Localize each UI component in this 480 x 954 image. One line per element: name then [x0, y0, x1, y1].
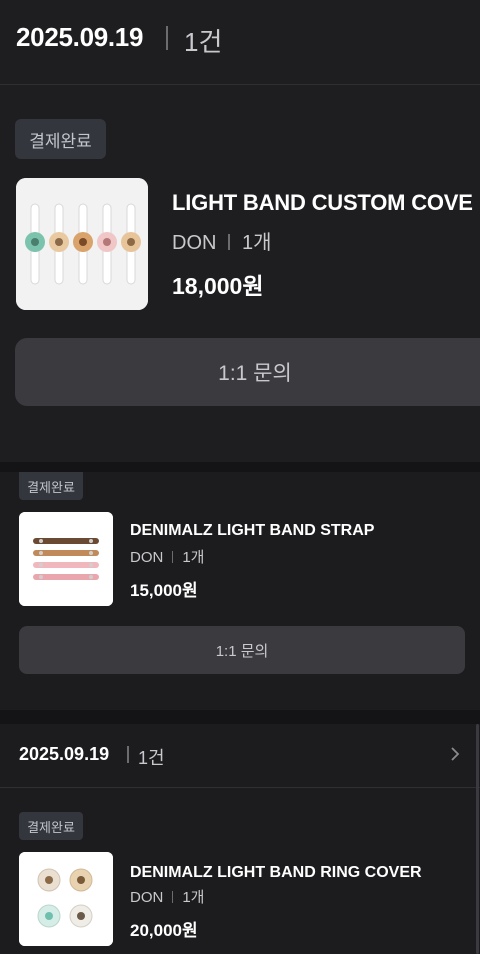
product-price: 18,000원	[172, 273, 264, 299]
option-value: DON	[130, 549, 164, 566]
quantity: 1개	[182, 889, 205, 906]
option-value: DON	[130, 889, 164, 906]
header-divider	[0, 787, 480, 788]
product-option: DON 1개	[130, 546, 205, 567]
light-band-cover-image	[16, 178, 148, 310]
light-band-strap-image	[19, 512, 113, 606]
product-name[interactable]: DENIMALZ LIGHT BAND RING COVER	[130, 864, 422, 882]
header-divider	[0, 84, 480, 85]
scrollbar[interactable]	[476, 724, 479, 954]
section-gap	[0, 462, 480, 472]
divider	[172, 551, 174, 563]
order-count: 1건	[138, 748, 165, 768]
product-name[interactable]: LIGHT BAND CUSTOM COVE	[172, 190, 473, 216]
divider	[228, 234, 230, 250]
product-price: 15,000원	[130, 581, 198, 600]
product-option: DON 1개	[172, 226, 271, 255]
product-option: DON 1개	[130, 886, 205, 907]
order-date: 2025.09.19	[16, 22, 144, 52]
product-price: 20,000원	[130, 921, 198, 940]
section-gap	[0, 710, 480, 724]
product-thumbnail[interactable]	[19, 852, 113, 946]
status-badge: 결제완료	[19, 812, 83, 840]
quantity: 1개	[182, 549, 205, 566]
status-badge: 결제완료	[19, 472, 83, 500]
order-date: 2025.09.19	[19, 744, 110, 764]
product-name[interactable]: DENIMALZ LIGHT BAND STRAP	[130, 522, 374, 540]
inquiry-button[interactable]: 1:1 문의	[19, 626, 465, 674]
option-value: DON	[172, 232, 217, 254]
order-count: 1건	[184, 27, 223, 57]
quantity: 1개	[241, 232, 272, 254]
divider	[166, 26, 168, 50]
light-band-ring-cover-image	[19, 852, 113, 946]
product-thumbnail[interactable]	[19, 512, 113, 606]
divider	[172, 891, 174, 903]
divider	[127, 746, 129, 763]
status-badge: 결제완료	[15, 119, 106, 159]
inquiry-button[interactable]: 1:1 문의	[15, 338, 480, 406]
product-thumbnail[interactable]	[16, 178, 148, 310]
chevron-right-icon[interactable]	[448, 744, 462, 764]
